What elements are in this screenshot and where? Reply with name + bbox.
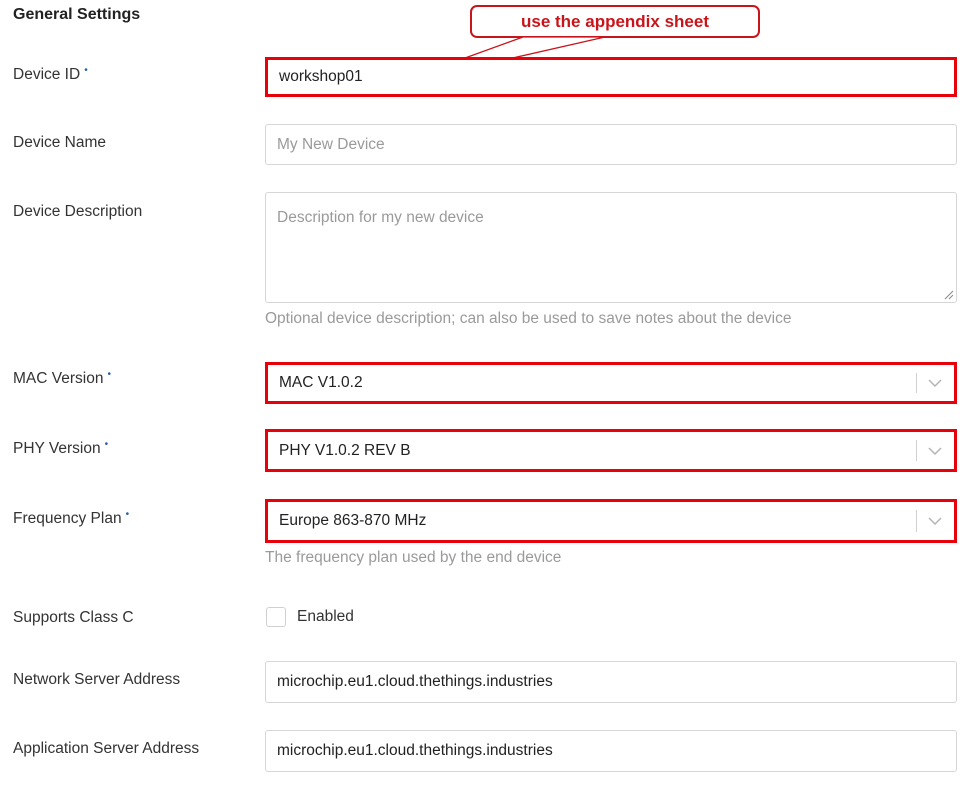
supports-class-c-checkbox-label[interactable]: Enabled [297, 608, 354, 626]
device-description-label: Device Description [13, 203, 143, 220]
mac-version-label: MAC Version • [13, 369, 111, 388]
required-indicator: • [107, 369, 111, 380]
select-separator [916, 510, 917, 532]
network-server-address-value: microchip.eu1.cloud.thethings.industries [277, 673, 553, 690]
frequency-plan-select[interactable]: Europe 863-870 MHz [265, 499, 957, 543]
mac-version-dropdown-toggle[interactable] [916, 365, 954, 401]
frequency-plan-hint: The frequency plan used by the end devic… [265, 549, 562, 566]
device-description-textarea[interactable]: Description for my new device [265, 192, 957, 303]
application-server-address-label: Application Server Address [13, 740, 200, 757]
required-indicator: • [125, 509, 130, 520]
phy-version-label-text: PHY Version [13, 440, 101, 457]
device-description-hint: Optional device description; can also be… [265, 310, 792, 327]
mac-version-value: MAC V1.0.2 [279, 374, 363, 391]
annotation-callout: use the appendix sheet [470, 5, 760, 38]
network-server-address-input[interactable]: microchip.eu1.cloud.thethings.industries [265, 661, 957, 703]
device-id-label: Device ID • [13, 65, 88, 84]
chevron-down-icon [928, 446, 942, 455]
phy-version-dropdown-toggle[interactable] [916, 432, 954, 469]
device-id-value: workshop01 [279, 68, 363, 85]
resize-grip-icon[interactable] [944, 290, 954, 300]
application-server-address-value: microchip.eu1.cloud.thethings.industries [277, 742, 553, 759]
chevron-down-icon [928, 379, 942, 387]
device-name-placeholder: My New Device [277, 135, 385, 153]
annotation-text: use the appendix sheet [521, 11, 709, 31]
frequency-plan-value: Europe 863-870 MHz [279, 512, 427, 529]
section-title: General Settings [13, 6, 141, 23]
network-server-address-label: Network Server Address [13, 671, 181, 688]
select-separator [916, 440, 917, 461]
frequency-plan-dropdown-toggle[interactable] [916, 502, 954, 540]
phy-version-value: PHY V1.0.2 REV B [279, 441, 411, 459]
device-id-input[interactable]: workshop01 [265, 57, 957, 97]
supports-class-c-checkbox[interactable] [266, 607, 286, 627]
frequency-plan-label-text: Frequency Plan [13, 510, 122, 527]
phy-version-label: PHY Version • [13, 439, 109, 458]
required-indicator: • [84, 65, 88, 76]
phy-version-select[interactable]: PHY V1.0.2 REV B [265, 429, 957, 472]
device-name-label: Device Name [13, 134, 107, 151]
select-separator [916, 373, 917, 393]
required-indicator: • [104, 439, 109, 450]
mac-version-select[interactable]: MAC V1.0.2 [265, 362, 957, 404]
chevron-down-icon [928, 517, 942, 525]
application-server-address-input[interactable]: microchip.eu1.cloud.thethings.industries [265, 730, 957, 772]
frequency-plan-label: Frequency Plan • [13, 509, 130, 528]
mac-version-label-text: MAC Version [13, 370, 104, 387]
device-id-label-text: Device ID [13, 66, 81, 83]
device-name-input[interactable]: My New Device [265, 124, 957, 165]
supports-class-c-label: Supports Class C [13, 609, 134, 626]
device-description-placeholder: Description for my new device [277, 209, 484, 226]
